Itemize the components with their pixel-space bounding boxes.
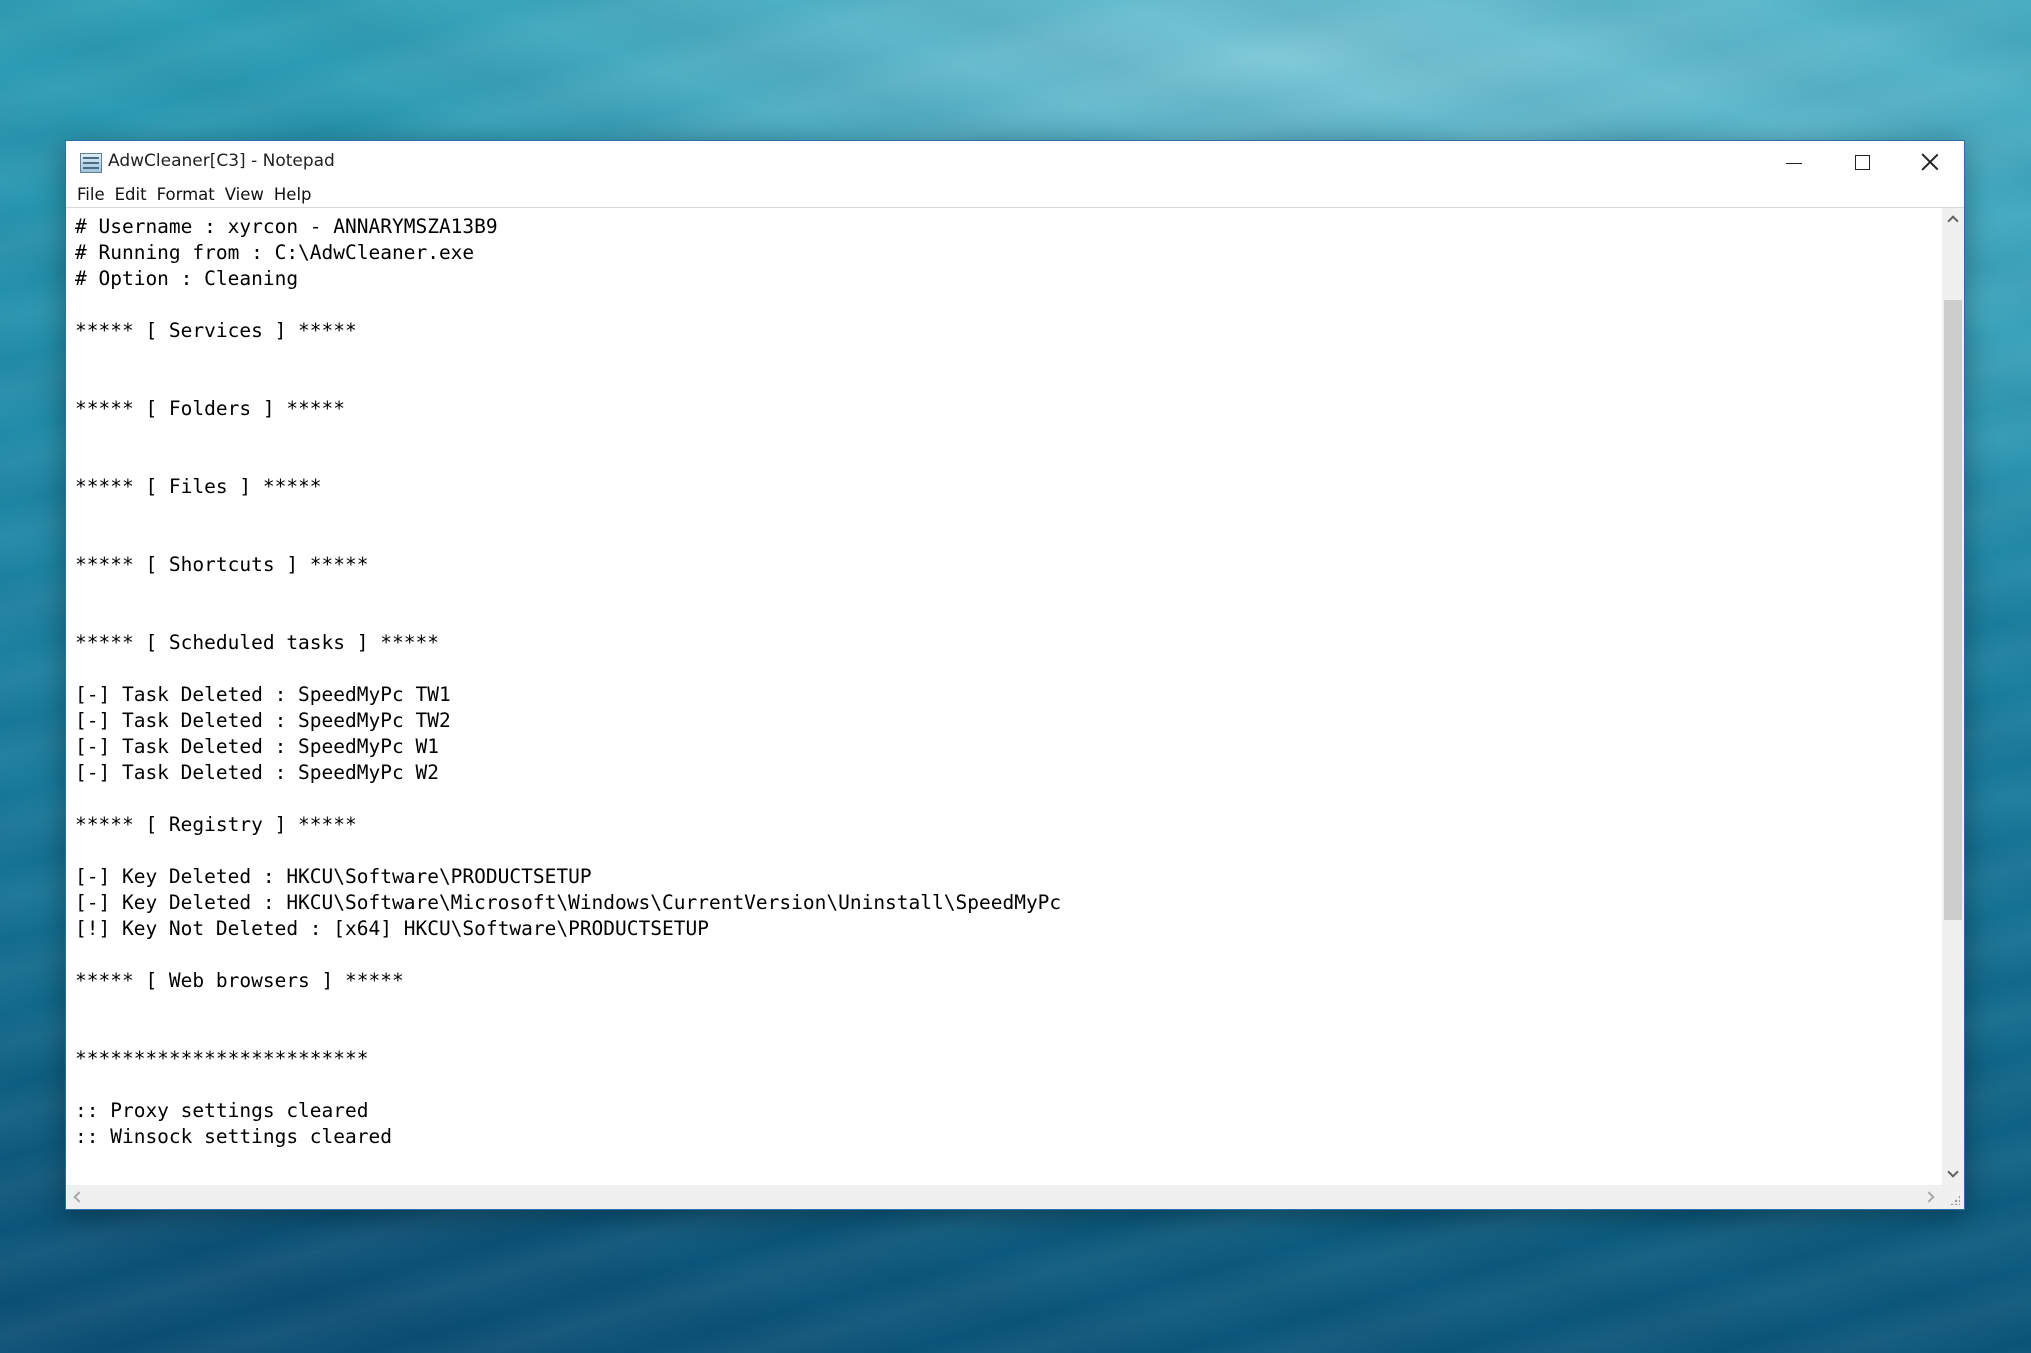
text-line: # Option : Cleaning (75, 267, 299, 290)
text-line: [-] Key Deleted : HKCU\Software\Microsof… (75, 891, 1062, 914)
scroll-up-button[interactable] (1942, 208, 1964, 230)
window-title: AdwCleaner[C3] - Notepad (108, 151, 335, 171)
close-button[interactable] (1896, 141, 1964, 183)
text-line: ***** [ Services ] ***** (75, 319, 357, 342)
text-line: :: Proxy settings cleared (75, 1099, 369, 1122)
text-line (75, 292, 1933, 318)
vertical-scroll-thumb[interactable] (1944, 300, 1962, 920)
text-line (75, 1072, 1933, 1098)
horizontal-scrollbar[interactable] (66, 1185, 1942, 1209)
text-line: ***** [ Files ] ***** (75, 475, 322, 498)
text-line: ************************* (75, 1047, 369, 1070)
text-line: ***** [ Scheduled tasks ] ***** (75, 631, 439, 654)
text-line (75, 370, 1933, 396)
text-line: :: Winsock settings cleared (75, 1125, 392, 1148)
text-line: [-] Task Deleted : SpeedMyPc W2 (75, 761, 439, 784)
text-line (75, 942, 1933, 968)
maximize-button[interactable] (1828, 141, 1896, 183)
menu-bar: File Edit Format View Help (66, 183, 1964, 207)
text-line (75, 578, 1933, 604)
chevron-up-icon (1947, 215, 1959, 227)
text-line (75, 656, 1933, 682)
scroll-down-button[interactable] (1942, 1163, 1964, 1185)
menu-help[interactable]: Help (269, 183, 317, 207)
chevron-down-icon (1947, 1166, 1959, 1178)
text-line (75, 422, 1933, 448)
chevron-left-icon (73, 1191, 85, 1203)
minimize-button[interactable] (1760, 141, 1828, 183)
text-line: ***** [ Registry ] ***** (75, 813, 357, 836)
text-line (75, 1020, 1933, 1046)
text-line: # Running from : C:\AdwCleaner.exe (75, 241, 475, 264)
text-line: [-] Task Deleted : SpeedMyPc W1 (75, 735, 439, 758)
menu-view[interactable]: View (220, 183, 269, 207)
text-line (75, 838, 1933, 864)
text-line: ***** [ Folders ] ***** (75, 397, 346, 420)
menu-file[interactable]: File (72, 183, 110, 207)
text-line: [!] Key Not Deleted : [x64] HKCU\Softwar… (75, 917, 709, 940)
menu-edit[interactable]: Edit (110, 183, 152, 207)
text-line: ***** [ Shortcuts ] ***** (75, 553, 369, 576)
title-bar[interactable]: AdwCleaner[C3] - Notepad (66, 141, 1964, 183)
text-line: [-] Key Deleted : HKCU\Software\PRODUCTS… (75, 865, 592, 888)
text-line: [-] Task Deleted : SpeedMyPc TW1 (75, 683, 451, 706)
text-line (75, 448, 1933, 474)
text-line (75, 994, 1933, 1020)
size-grip[interactable] (1942, 1185, 1964, 1209)
scroll-left-button[interactable] (66, 1185, 88, 1209)
text-line: # Username : xyrcon - ANNARYMSZA13B9 (75, 215, 498, 238)
editor: # Username : xyrcon - ANNARYMSZA13B9 # Ru… (66, 207, 1964, 1209)
text-line (75, 500, 1933, 526)
text-line (75, 344, 1933, 370)
text-line (75, 526, 1933, 552)
text-line (75, 786, 1933, 812)
minimize-icon (1786, 162, 1802, 164)
text-line: ***** [ Web browsers ] ***** (75, 969, 404, 992)
text-line (75, 604, 1933, 630)
vertical-scrollbar[interactable] (1942, 208, 1964, 1185)
close-icon (1921, 153, 1939, 171)
text-line: [-] Task Deleted : SpeedMyPc TW2 (75, 709, 451, 732)
menu-format[interactable]: Format (152, 183, 220, 207)
maximize-icon (1854, 154, 1870, 170)
chevron-right-icon (1923, 1191, 1935, 1203)
notepad-window: AdwCleaner[C3] - Notepad File Edit Forma… (65, 140, 1965, 1210)
text-content-area[interactable]: # Username : xyrcon - ANNARYMSZA13B9 # Ru… (66, 208, 1942, 1185)
notepad-icon[interactable] (80, 153, 102, 173)
scroll-right-button[interactable] (1920, 1185, 1942, 1209)
